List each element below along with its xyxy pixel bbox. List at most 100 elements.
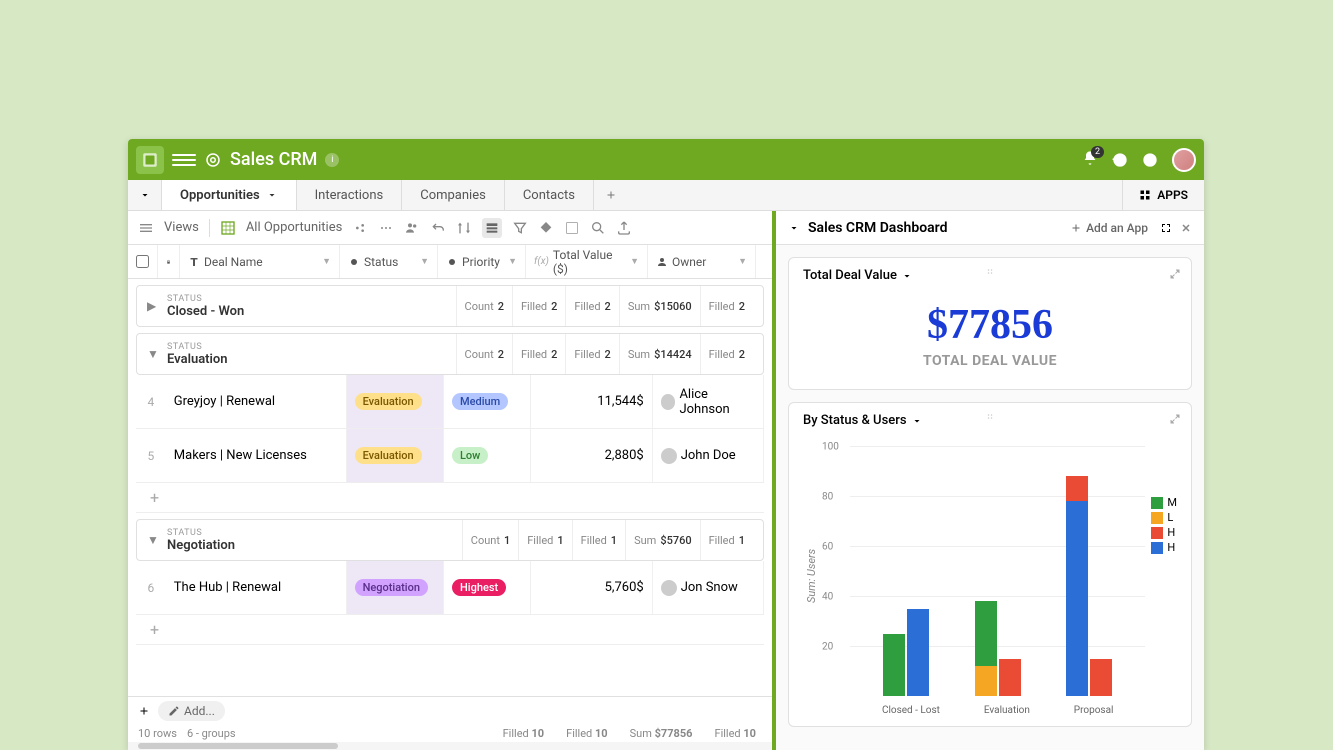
info-icon[interactable]: i	[325, 153, 339, 167]
filter-icon[interactable]	[512, 220, 528, 236]
column-owner[interactable]: Owner ▼	[648, 245, 756, 278]
cell-status[interactable]: Negotiation	[347, 561, 444, 614]
cell-value[interactable]: 5,760$	[531, 561, 652, 614]
cell-value[interactable]: 2,880$	[531, 429, 652, 482]
legend-item: H	[1151, 526, 1177, 539]
grid-footer: Add... 10 rows 6 - groups Filled 10 Fill…	[128, 696, 772, 750]
tab-contacts[interactable]: Contacts	[505, 180, 594, 210]
help-icon[interactable]	[1142, 152, 1158, 168]
tab-opportunities[interactable]: Opportunities	[162, 180, 297, 210]
menu-icon[interactable]	[172, 148, 196, 172]
cell-status[interactable]: Evaluation	[347, 429, 444, 482]
select-all-checkbox[interactable]	[128, 245, 158, 278]
dashboard-title: Sales CRM Dashboard	[808, 220, 947, 236]
cell-value[interactable]: 11,544$	[531, 375, 652, 428]
group-toggle-icon[interactable]: ▼	[147, 533, 163, 547]
dashboard-header: Sales CRM Dashboard Add an App	[776, 211, 1204, 245]
more-icon[interactable]	[378, 220, 394, 236]
table-row[interactable]: 4 Greyjoy | Renewal Evaluation Medium 11…	[136, 375, 764, 429]
add-tab-button[interactable]	[594, 180, 628, 210]
sort-icon[interactable]	[456, 220, 472, 236]
cell-priority[interactable]: Highest	[444, 561, 531, 614]
export-icon[interactable]	[616, 220, 632, 236]
expand-icon[interactable]	[1169, 268, 1181, 280]
table-row[interactable]: 5 Makers | New Licenses Evaluation Low 2…	[136, 429, 764, 483]
group-header[interactable]: ▶ STATUSClosed - Won Count2Filled2Filled…	[136, 285, 764, 327]
cell-deal[interactable]: Greyjoy | Renewal	[166, 375, 347, 428]
chevron-down-icon[interactable]	[901, 270, 913, 282]
tab-label: Opportunities	[180, 188, 260, 203]
group-icon[interactable]	[482, 218, 502, 238]
groups-count: 6 - groups	[187, 727, 236, 740]
group-header[interactable]: ▼ STATUSNegotiation Count1Filled1Filled1…	[136, 519, 764, 561]
expand-icon[interactable]	[1160, 222, 1172, 234]
group-toggle-icon[interactable]: ▼	[147, 347, 163, 361]
add-row-button[interactable]: +	[136, 615, 764, 645]
legend-item: M	[1151, 496, 1177, 509]
total-value-label: TOTAL DEAL VALUE	[803, 353, 1177, 369]
chevron-down-icon[interactable]	[911, 415, 923, 427]
card-title[interactable]: Total Deal Value	[803, 268, 897, 283]
app-title: Sales CRM	[230, 149, 317, 170]
drag-handle-icon[interactable]	[984, 266, 996, 278]
column-value[interactable]: f(x) Total Value ($) ▼	[526, 245, 648, 278]
collapse-icon[interactable]	[788, 222, 800, 234]
view-name[interactable]: All Opportunities	[246, 220, 342, 235]
views-button[interactable]: Views	[164, 220, 199, 235]
undo-icon[interactable]	[430, 220, 446, 236]
notification-icon[interactable]: 2	[1082, 150, 1098, 170]
app-logo[interactable]	[136, 146, 164, 174]
grid-icon[interactable]	[220, 220, 236, 236]
cell-owner[interactable]: Jon Snow	[653, 561, 764, 614]
tab-label: Interactions	[315, 188, 384, 203]
user-avatar[interactable]	[1172, 148, 1196, 172]
group-header[interactable]: ▼ STATUSEvaluation Count2Filled2Filled2S…	[136, 333, 764, 375]
cell-owner[interactable]: Alice Johnson	[653, 375, 764, 428]
column-deal-name[interactable]: Deal Name ▼	[180, 245, 340, 278]
search-icon[interactable]	[590, 220, 606, 236]
row-number: 5	[136, 429, 166, 482]
card-title[interactable]: By Status & Users	[803, 413, 907, 428]
apps-icon	[1139, 189, 1151, 201]
plus-icon[interactable]	[138, 705, 150, 717]
cell-deal[interactable]: The Hub | Renewal	[166, 561, 347, 614]
tab-label: Contacts	[523, 188, 575, 203]
paint-icon[interactable]	[538, 220, 554, 236]
grid-body[interactable]: ▶ STATUSClosed - Won Count2Filled2Filled…	[128, 279, 772, 750]
add-record-button[interactable]: Add...	[158, 701, 225, 721]
table-row[interactable]: 6 The Hub | Renewal Negotiation Highest …	[136, 561, 764, 615]
tab-companies[interactable]: Companies	[402, 180, 505, 210]
cell-status[interactable]: Evaluation	[347, 375, 444, 428]
cell-owner[interactable]: John Doe	[653, 429, 764, 482]
cell-deal[interactable]: Makers | New Licenses	[166, 429, 347, 482]
list-icon[interactable]	[138, 220, 154, 236]
column-status[interactable]: Status ▼	[340, 245, 438, 278]
bar[interactable]	[975, 601, 997, 696]
users-icon[interactable]	[404, 220, 420, 236]
add-row-button[interactable]: +	[136, 483, 764, 513]
bar[interactable]	[999, 659, 1021, 697]
bar[interactable]	[883, 634, 905, 697]
bar[interactable]	[1090, 659, 1112, 697]
drag-handle-icon[interactable]	[984, 411, 996, 423]
cell-priority[interactable]: Medium	[444, 375, 531, 428]
layout-icon[interactable]	[564, 220, 580, 236]
share-icon[interactable]	[352, 220, 368, 236]
group-toggle-icon[interactable]: ▶	[147, 299, 163, 313]
circle-icon	[446, 256, 458, 268]
history-icon[interactable]	[1112, 152, 1128, 168]
tab-label: Companies	[420, 188, 486, 203]
x-axis-label: Closed - Lost	[882, 705, 940, 716]
expand-icon[interactable]	[1169, 413, 1181, 425]
add-app-button[interactable]: Add an App	[1070, 221, 1148, 235]
bar[interactable]	[907, 609, 929, 697]
apps-button[interactable]: APPS	[1122, 180, 1204, 210]
close-icon[interactable]	[1180, 222, 1192, 234]
cell-priority[interactable]: Low	[444, 429, 531, 482]
bar[interactable]	[1066, 476, 1088, 696]
x-axis-label: Proposal	[1074, 705, 1114, 716]
tab-collapse-icon[interactable]	[128, 180, 162, 210]
tab-interactions[interactable]: Interactions	[297, 180, 403, 210]
horizontal-scrollbar[interactable]	[128, 742, 772, 750]
column-priority[interactable]: Priority ▼	[438, 245, 526, 278]
